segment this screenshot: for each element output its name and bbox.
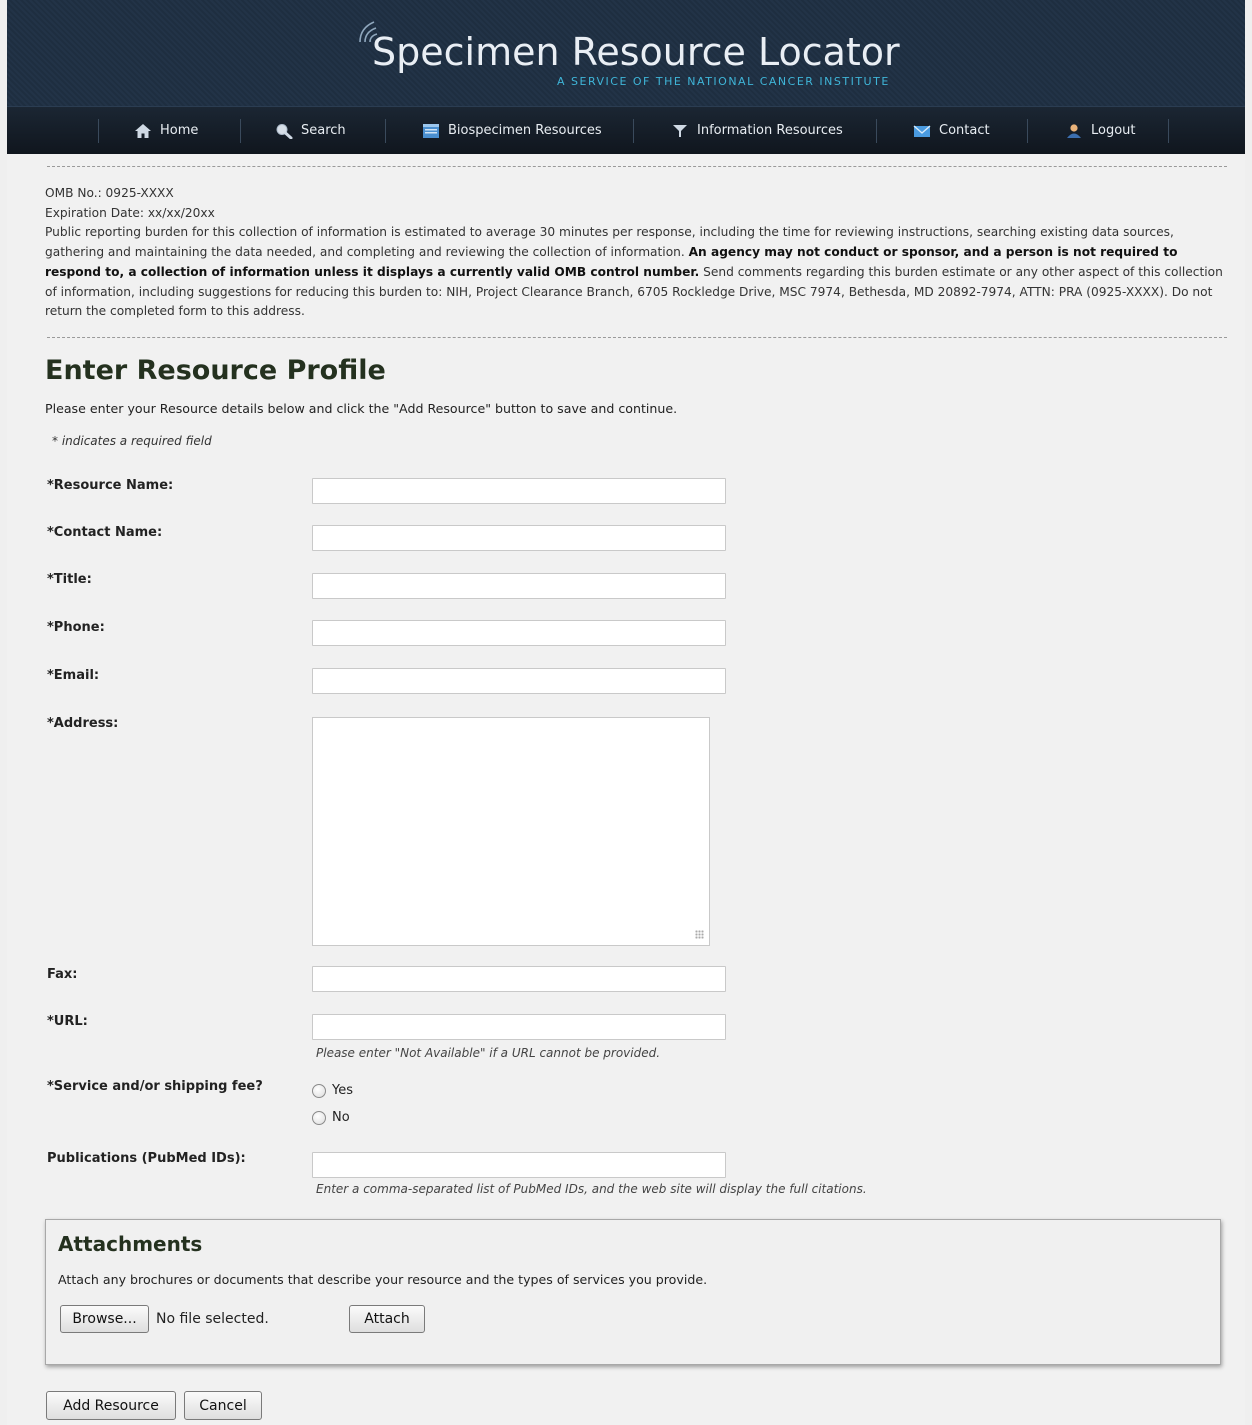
required-note: * indicates a required field: [52, 434, 212, 448]
expiration-date: Expiration Date: xx/xx/20xx: [45, 205, 215, 220]
envelope-icon: [913, 124, 931, 137]
omb-number: OMB No.: 0925-XXXX: [45, 186, 174, 200]
nav-separator: [1027, 119, 1028, 143]
radio-yes-label: Yes: [332, 1083, 353, 1098]
nav-separator: [876, 119, 877, 143]
nav-separator: [633, 119, 634, 143]
contact-name-label: *Contact Name:: [47, 525, 163, 540]
attachments-panel: Attachments Attach any brochures or docu…: [45, 1219, 1221, 1365]
resize-grip-icon[interactable]: [695, 930, 704, 939]
main-nav: Home Search Biospecimen Resources Inform…: [7, 106, 1245, 154]
masthead: Specimen Resource Locator A SERVICE OF T…: [7, 0, 1245, 106]
nav-separator: [98, 119, 99, 143]
fee-option-no[interactable]: No: [312, 1110, 350, 1125]
biospecimen-icon: [423, 123, 439, 138]
divider: [47, 337, 1227, 338]
address-label: *Address:: [47, 716, 119, 731]
nav-item-information-resources[interactable]: Information Resources: [671, 107, 843, 154]
page-title: Enter Resource Profile: [45, 355, 386, 386]
resource-name-label: *Resource Name:: [47, 478, 174, 493]
publications-hint: Enter a comma-separated list of PubMed I…: [316, 1182, 867, 1196]
nav-item-biospecimen-resources[interactable]: Biospecimen Resources: [422, 107, 602, 154]
nav-separator: [240, 119, 241, 143]
add-resource-button[interactable]: Add Resource: [46, 1391, 176, 1420]
radio-no[interactable]: [312, 1110, 326, 1125]
address-textarea[interactable]: [312, 717, 710, 946]
contact-name-input[interactable]: [312, 525, 726, 551]
cancel-button[interactable]: Cancel: [184, 1391, 262, 1420]
title-label: *Title:: [47, 572, 92, 587]
nav-item-contact[interactable]: Contact: [913, 107, 990, 154]
phone-label: *Phone:: [47, 620, 105, 635]
attachments-description: Attach any brochures or documents that d…: [58, 1272, 708, 1287]
omb-notice: OMB No.: 0925-XXXX Expiration Date: xx/x…: [45, 184, 1227, 322]
radio-no-label: No: [332, 1110, 350, 1125]
divider: [47, 166, 1227, 167]
attachments-title: Attachments: [58, 1232, 203, 1256]
nav-item-logout[interactable]: Logout: [1065, 107, 1136, 154]
nav-separator: [385, 119, 386, 143]
nav-item-search[interactable]: Search: [275, 107, 346, 154]
nav-item-home[interactable]: Home: [134, 107, 198, 154]
nav-label-information-resources: Information Resources: [697, 123, 843, 138]
file-status: No file selected.: [156, 1311, 269, 1327]
fee-option-yes[interactable]: Yes: [312, 1083, 353, 1098]
user-icon: [1067, 123, 1081, 138]
search-icon: [276, 123, 293, 139]
title-input[interactable]: [312, 573, 726, 599]
nav-label-search: Search: [301, 123, 346, 138]
fax-input[interactable]: [312, 966, 726, 992]
url-hint: Please enter "Not Available" if a URL ca…: [316, 1046, 661, 1060]
phone-input[interactable]: [312, 620, 726, 646]
url-input[interactable]: [312, 1014, 726, 1040]
radio-yes[interactable]: [312, 1083, 326, 1098]
site-title: Specimen Resource Locator: [372, 30, 900, 74]
attach-button[interactable]: Attach: [349, 1305, 425, 1333]
nav-label-home: Home: [160, 123, 199, 138]
url-label: *URL:: [47, 1014, 88, 1029]
fee-label: *Service and/or shipping fee?: [47, 1079, 263, 1094]
publications-input[interactable]: [312, 1152, 726, 1178]
information-icon: [673, 124, 687, 137]
nav-label-contact: Contact: [939, 123, 990, 138]
email-input[interactable]: [312, 668, 726, 694]
burden-statement: Public reporting burden for this collect…: [45, 223, 1227, 322]
nav-separator: [1168, 119, 1169, 143]
resource-name-input[interactable]: [312, 478, 726, 504]
nav-label-biospecimen-resources: Biospecimen Resources: [448, 123, 602, 138]
home-icon: [135, 123, 151, 138]
browse-button[interactable]: Browse...: [60, 1305, 149, 1333]
site-subtitle: A SERVICE OF THE NATIONAL CANCER INSTITU…: [557, 75, 890, 88]
publications-label: Publications (PubMed IDs):: [47, 1151, 246, 1166]
email-label: *Email:: [47, 668, 100, 683]
site-logo[interactable]: Specimen Resource Locator A SERVICE OF T…: [359, 18, 922, 98]
form-instructions: Please enter your Resource details below…: [45, 401, 678, 416]
page: Specimen Resource Locator A SERVICE OF T…: [7, 0, 1245, 1425]
fax-label: Fax:: [47, 967, 78, 982]
nav-label-logout: Logout: [1091, 123, 1136, 138]
